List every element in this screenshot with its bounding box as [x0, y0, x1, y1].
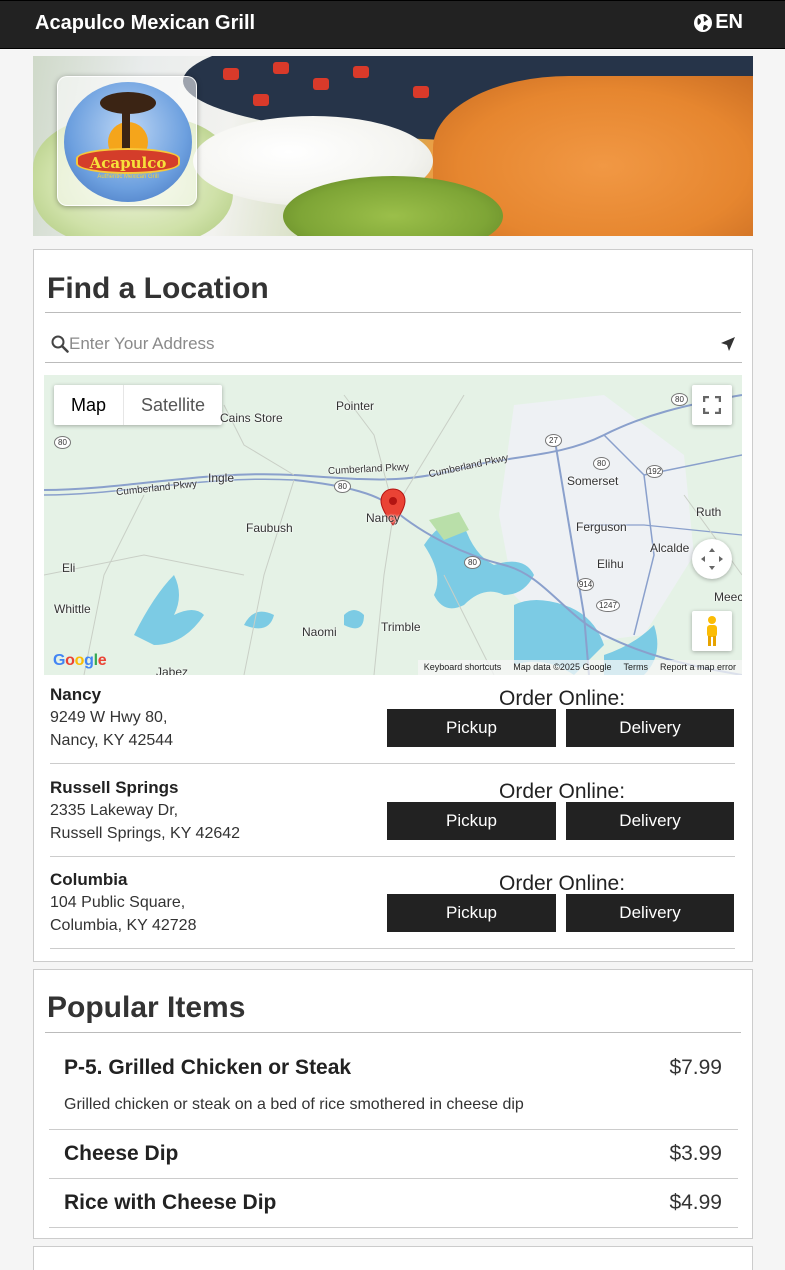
location-address-line1: 104 Public Square,: [50, 894, 186, 911]
location-row: Nancy 9249 W Hwy 80, Nancy, KY 42544 Ord…: [50, 677, 735, 764]
order-online-label: Order Online:: [499, 872, 626, 895]
menu-item-price: $3.99: [669, 1142, 722, 1165]
tomato: [253, 94, 269, 106]
language-code: EN: [715, 11, 743, 33]
find-location-title: Find a Location: [47, 272, 269, 305]
tomato: [273, 62, 289, 74]
logo-wordmark: Acapulco: [76, 148, 180, 174]
delivery-button[interactable]: Delivery: [566, 802, 734, 840]
menu-item-name: Rice with Cheese Dip: [64, 1191, 277, 1214]
pickup-button[interactable]: Pickup: [387, 894, 556, 932]
location-address-line1: 2335 Lakeway Dr,: [50, 802, 179, 819]
location-row: Russell Springs 2335 Lakeway Dr, Russell…: [50, 770, 735, 857]
map-attribution: Keyboard shortcuts Map data ©2025 Google…: [417, 660, 742, 675]
menu-item-name: Cheese Dip: [64, 1142, 179, 1165]
report-map-error-link[interactable]: Report a map error: [660, 662, 736, 673]
title-divider: [45, 1032, 741, 1033]
keyboard-shortcuts-link[interactable]: Keyboard shortcuts: [424, 662, 502, 673]
map-place-label: Whittle: [54, 602, 91, 616]
location-name[interactable]: Nancy: [50, 685, 101, 705]
menu-item-price: $4.99: [669, 1191, 722, 1214]
highway-shield: 80: [671, 393, 688, 406]
highway-shield: 80: [593, 457, 610, 470]
highway-shield: 80: [464, 556, 481, 569]
order-online-label: Order Online:: [499, 780, 626, 803]
highway-shield: 1247: [596, 599, 620, 612]
popular-items-panel: Popular Items P-5. Grilled Chicken or St…: [33, 969, 753, 1239]
camera-move-icon: [701, 548, 723, 570]
location-name[interactable]: Russell Springs: [50, 778, 178, 798]
map-place-label: Eli: [62, 561, 76, 575]
tomato: [313, 78, 329, 90]
find-location-panel: Find a Location Enter Your Address Map S…: [33, 249, 753, 962]
pickup-button[interactable]: Pickup: [387, 802, 556, 840]
highway-shield: 80: [54, 436, 71, 449]
tomato: [223, 68, 239, 80]
address-input[interactable]: [69, 333, 709, 355]
map-type-satellite-button[interactable]: Satellite: [124, 385, 222, 425]
globe-icon: [694, 13, 713, 32]
map-place-label: Faubush: [246, 521, 293, 535]
menu-item[interactable]: Rice with Cheese Dip $4.99: [49, 1179, 738, 1228]
menu-item[interactable]: Cheese Dip $3.99: [49, 1130, 738, 1179]
map-place-label: Elihu: [597, 557, 624, 571]
pegman-icon: [707, 616, 717, 646]
location-map[interactable]: Map Satellite Pointer Cains Store Ingle …: [44, 375, 742, 675]
map-place-label: Jabez: [156, 665, 189, 675]
delivery-button[interactable]: Delivery: [566, 709, 734, 747]
title-divider: [45, 312, 741, 313]
map-place-label: Cains Store: [220, 411, 283, 425]
order-online-label: Order Online:: [499, 687, 626, 710]
logo-tagline: Authentic Mexican Grill: [97, 174, 159, 180]
highway-shield: 914: [577, 578, 594, 591]
location-address-line1: 9249 W Hwy 80,: [50, 709, 168, 726]
highway-shield: 80: [334, 480, 351, 493]
highway-shield: 192: [646, 465, 663, 478]
tomato: [353, 66, 369, 78]
logo-disc: Acapulco Authentic Mexican Grill: [64, 82, 192, 202]
fullscreen-button[interactable]: [692, 385, 732, 425]
camera-control-button[interactable]: [692, 539, 732, 579]
location-address-line2: Columbia, KY 42728: [50, 917, 197, 934]
map-place-label: Ruth: [696, 505, 722, 519]
map-type-control: Map Satellite: [54, 385, 223, 425]
map-data-text: Map data ©2025 Google: [513, 662, 612, 672]
language-selector[interactable]: EN: [693, 11, 743, 34]
google-logo[interactable]: Google: [53, 652, 107, 670]
menu-item-description: Grilled chicken or steak on a bed of ric…: [64, 1096, 524, 1113]
brand-name[interactable]: Acapulco Mexican Grill: [35, 12, 255, 35]
map-place-label: Alcalde: [650, 541, 690, 555]
locate-arrow-icon[interactable]: [720, 336, 736, 352]
map-place-label: Somerset: [567, 474, 619, 488]
location-row: Columbia 104 Public Square, Columbia, KY…: [50, 862, 735, 949]
map-type-map-button[interactable]: Map: [54, 385, 125, 425]
menu-item[interactable]: P-5. Grilled Chicken or Steak $7.99 Gril…: [49, 1044, 738, 1130]
map-place-label: Trimble: [381, 620, 421, 634]
map-place-label: Naomi: [302, 625, 337, 639]
location-address-line2: Nancy, KY 42544: [50, 732, 174, 749]
search-icon: [51, 335, 69, 353]
terms-link[interactable]: Terms: [623, 662, 648, 673]
popular-items-title: Popular Items: [47, 991, 246, 1024]
map-place-label: Meec: [714, 590, 742, 604]
next-panel: [33, 1246, 753, 1270]
delivery-button[interactable]: Delivery: [566, 894, 734, 932]
address-search: [45, 328, 742, 363]
fullscreen-icon: [703, 396, 721, 414]
menu-item-name: P-5. Grilled Chicken or Steak: [64, 1056, 352, 1079]
map-place-label: Ingle: [208, 471, 235, 485]
map-place-label: Nancy: [366, 511, 401, 525]
pickup-button[interactable]: Pickup: [387, 709, 556, 747]
location-name[interactable]: Columbia: [50, 870, 127, 890]
street-view-pegman[interactable]: [692, 611, 732, 651]
map-place-label: Pointer: [336, 399, 375, 413]
highway-shield: 27: [545, 434, 562, 447]
location-address-line2: Russell Springs, KY 42642: [50, 825, 241, 842]
menu-item-price: $7.99: [669, 1056, 722, 1079]
map-place-label: Ferguson: [576, 520, 627, 534]
top-bar: Acapulco Mexican Grill EN: [0, 0, 785, 49]
tomato: [413, 86, 429, 98]
restaurant-logo[interactable]: Acapulco Authentic Mexican Grill: [57, 76, 197, 206]
